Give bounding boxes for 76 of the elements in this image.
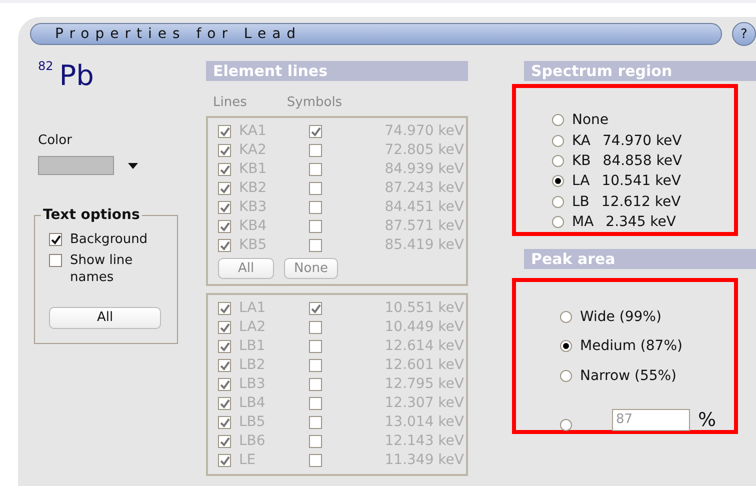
checkbox-label: Background [70, 231, 149, 248]
radio-button[interactable] [560, 370, 572, 382]
color-label: Color [38, 133, 72, 148]
section-header: Spectrum region [524, 61, 756, 81]
option-label: Wide (99%) [580, 308, 662, 325]
line-name: LA1 [239, 300, 267, 316]
line-name: KB5 [239, 236, 268, 252]
radio-button[interactable] [560, 340, 572, 352]
line-name: LA2 [239, 318, 267, 334]
option-label: Narrow (55%) [580, 368, 677, 384]
line-energy: 10.449 keV [384, 318, 465, 334]
line-name: KA2 [239, 142, 268, 158]
option-label: None [572, 112, 609, 128]
column-header: Lines [213, 95, 247, 110]
line-energy: 12.795 keV [384, 376, 465, 392]
line-energy: 72.805 keV [384, 142, 465, 158]
option-label: KA [572, 132, 591, 149]
option-energy: 10.541 keV [602, 173, 681, 190]
line-energy: 84.939 keV [384, 160, 465, 176]
line-name: LE [239, 452, 257, 468]
atomic-number: 82 [38, 59, 54, 73]
help-button[interactable]: ? [732, 22, 756, 46]
radio-button[interactable] [552, 216, 564, 228]
line-energy: 12.601 keV [384, 356, 465, 372]
radio-button[interactable] [560, 418, 572, 430]
checkbox[interactable] [49, 233, 62, 246]
radio-button[interactable] [552, 175, 564, 188]
option-label: KB [572, 152, 591, 169]
line-name: LB4 [239, 394, 266, 410]
option-energy: 84.858 keV [602, 152, 682, 169]
line-energy: 87.243 keV [384, 180, 465, 196]
radio-button[interactable] [552, 154, 564, 167]
line-name: LB2 [239, 356, 266, 372]
line-name: LB5 [239, 414, 266, 430]
group-title: Text options [42, 207, 141, 223]
element-symbol: Pb [59, 61, 94, 91]
radio-button[interactable] [552, 134, 564, 147]
line-energy: 11.349 keV [384, 452, 465, 468]
option-label: LA [572, 173, 590, 190]
radio-button[interactable] [552, 196, 564, 208]
line-name: LB6 [239, 432, 266, 448]
option-energy: 2.345 keV [606, 214, 676, 230]
option-label: MA [572, 214, 594, 230]
all-button[interactable]: All [49, 306, 161, 328]
line-name: KB4 [239, 218, 268, 234]
caret-icon[interactable] [128, 162, 138, 168]
line-name: LB1 [239, 338, 266, 354]
line-energy: 85.419 keV [384, 236, 465, 252]
radio-button[interactable] [560, 310, 572, 323]
line-energy: 84.451 keV [384, 198, 465, 214]
column-header: Symbols [286, 95, 342, 110]
line-energy: 13.014 keV [384, 414, 465, 430]
line-energy: 87.571 keV [384, 218, 465, 234]
color-swatch[interactable] [38, 156, 114, 175]
option-label: LB [572, 194, 590, 210]
checkbox[interactable] [49, 254, 62, 267]
line-name: LB3 [239, 376, 266, 392]
line-name: KB2 [239, 180, 268, 196]
checkbox-label: Show line names [70, 252, 134, 286]
line-energy: 12.614 keV [384, 338, 465, 354]
option-energy: 74.970 keV [602, 132, 682, 149]
section-header: Peak area [524, 249, 756, 269]
line-energy: 12.143 keV [384, 432, 465, 448]
option-energy: 12.612 keV [601, 194, 681, 210]
line-name: KA1 [239, 122, 268, 138]
option-label: Medium (87%) [580, 338, 682, 354]
line-name: KB1 [239, 160, 268, 176]
line-name: KB3 [239, 198, 268, 214]
radio-button[interactable] [552, 114, 564, 126]
percent-field[interactable]: 87 [612, 408, 690, 430]
line-energy: 10.551 keV [384, 300, 465, 316]
window-title: Properties for Lead [30, 23, 722, 45]
unit-label: % [698, 408, 716, 430]
line-energy: 12.307 keV [384, 394, 465, 410]
line-energy: 74.970 keV [384, 122, 465, 138]
section-header: Element lines [206, 61, 468, 81]
